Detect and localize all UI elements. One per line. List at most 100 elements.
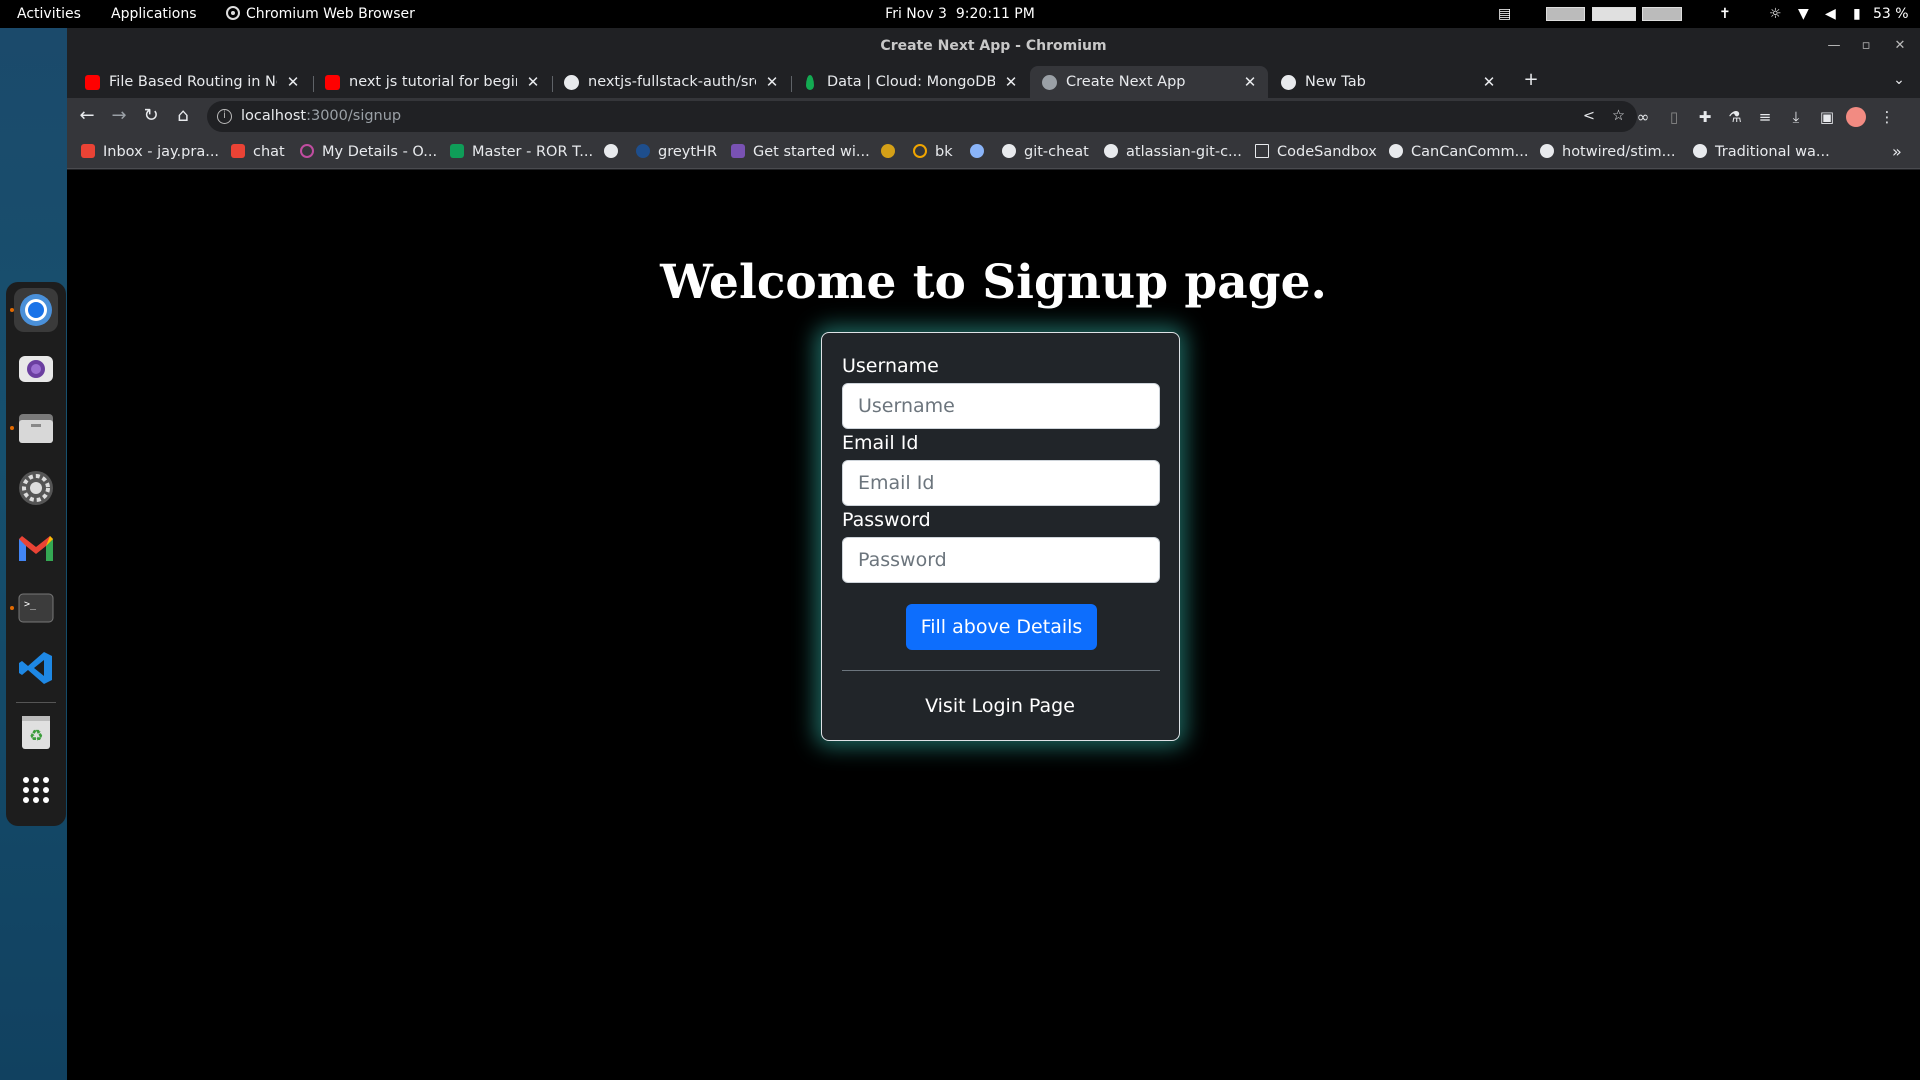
bookmark-greythr[interactable]: greytHR	[636, 135, 717, 169]
dock-vscode[interactable]	[14, 646, 58, 690]
site-info-icon[interactable]: i	[217, 109, 232, 124]
url-path: :3000/signup	[306, 108, 402, 124]
bookmark-chat[interactable]: chat	[231, 135, 285, 169]
username-input[interactable]	[842, 383, 1160, 429]
dock-terminal[interactable]: >_	[10, 586, 58, 630]
wifi-icon[interactable]: ▼	[1798, 0, 1809, 28]
browser-toolbar: ← → ↻ ⌂ i localhost:3000/signup < ☆ ∞ ▯ …	[67, 98, 1920, 135]
tab-title: New Tab	[1305, 74, 1366, 90]
share-icon[interactable]: <	[1583, 101, 1595, 132]
close-tab-icon[interactable]: ✕	[1481, 66, 1497, 98]
downloads-icon[interactable]: ⤓	[1786, 107, 1806, 127]
bookmark-git-cheat[interactable]: git-cheat	[1002, 135, 1089, 169]
tab-github-repo[interactable]: nextjs-fullstack-auth/src/app ✕	[552, 66, 790, 98]
accessibility-icon[interactable]: ✝	[1719, 0, 1731, 28]
tab-title: File Based Routing in Next.js	[109, 74, 277, 90]
dock-show-apps[interactable]	[14, 768, 58, 812]
bookmark-bootstrap[interactable]: Get started wi...	[731, 135, 870, 169]
tab-title: Create Next App	[1066, 74, 1186, 90]
window-titlebar[interactable]: Create Next App - Chromium — ▫ ✕	[67, 28, 1920, 64]
address-bar[interactable]: i localhost:3000/signup < ☆	[207, 101, 1637, 132]
profile-avatar[interactable]	[1846, 107, 1866, 127]
tab-mongodb[interactable]: Data | Cloud: MongoDB Cloud ✕	[791, 66, 1029, 98]
bookmark-label: Traditional wa...	[1715, 144, 1830, 160]
visit-login-link[interactable]: Visit Login Page	[822, 695, 1178, 717]
bookmark-label: atlassian-git-c...	[1126, 144, 1242, 160]
close-tab-icon[interactable]: ✕	[764, 66, 780, 98]
fill-details-button[interactable]: Fill above Details	[906, 604, 1097, 650]
bookmark-cancancomm[interactable]: CanCanComm...	[1389, 135, 1528, 169]
menu-kebab-icon[interactable]: ⋮	[1877, 107, 1897, 127]
workspace-3[interactable]	[1642, 7, 1682, 21]
close-tab-icon[interactable]: ✕	[525, 66, 541, 98]
home-button[interactable]: ⌂	[169, 102, 197, 130]
tab-title: next js tutorial for beginners	[349, 74, 517, 90]
tab-create-next-app[interactable]: Create Next App ✕	[1030, 66, 1268, 98]
close-window-button[interactable]: ✕	[1885, 28, 1915, 64]
reading-list-icon[interactable]: ≡	[1755, 107, 1775, 127]
bookmark-bk[interactable]: bk	[913, 135, 953, 169]
app-menu[interactable]: Chromium Web Browser	[226, 0, 415, 28]
clock-date: Fri Nov 3	[885, 6, 947, 22]
bookmark-label: My Details - O...	[322, 144, 438, 160]
extension-bottle-icon[interactable]: ▯	[1664, 107, 1684, 127]
maximize-button[interactable]: ▫	[1851, 28, 1881, 64]
bookmark-label: CodeSandbox	[1277, 144, 1377, 160]
bookmark-star-icon[interactable]: ☆	[1612, 101, 1625, 132]
dock-gmail[interactable]	[14, 526, 58, 570]
side-panel-icon[interactable]: ▣	[1817, 107, 1837, 127]
dock-chromium[interactable]	[10, 288, 58, 332]
tab-search-chevron-icon[interactable]: ⌄	[1885, 66, 1913, 94]
tab-nextjs-tutorial[interactable]: next js tutorial for beginners ✕	[313, 66, 551, 98]
dock-trash[interactable]: ♻	[14, 710, 58, 754]
close-tab-icon[interactable]: ✕	[285, 66, 301, 98]
forward-button[interactable]: →	[105, 102, 133, 130]
tab-file-based-routing[interactable]: File Based Routing in Next.js ✕	[73, 66, 311, 98]
bookmark-bee[interactable]	[881, 135, 903, 169]
bookmark-master-ror[interactable]: Master - ROR T...	[450, 135, 593, 169]
bookmark-traditional[interactable]: Traditional wa...	[1693, 135, 1830, 169]
email-label: Email Id	[842, 432, 919, 454]
sheets-icon	[450, 144, 464, 158]
tab-title: nextjs-fullstack-auth/src/app	[588, 74, 756, 90]
new-tab-button[interactable]: +	[1517, 66, 1545, 94]
tab-new-tab[interactable]: New Tab ✕	[1269, 66, 1507, 98]
password-input[interactable]	[842, 537, 1160, 583]
bookmark-codesandbox[interactable]: CodeSandbox	[1255, 135, 1377, 169]
bookmark-inbox[interactable]: Inbox - jay.pra...	[81, 135, 219, 169]
bookmark-atlassian[interactable]: atlassian-git-c...	[1104, 135, 1242, 169]
dock-files[interactable]	[10, 406, 58, 450]
dock-screenshot[interactable]	[14, 346, 58, 390]
clipboard-icon[interactable]: ▤	[1498, 0, 1511, 28]
bootstrap-icon	[731, 144, 745, 158]
extension-glasses-icon[interactable]: ∞	[1633, 107, 1653, 127]
close-tab-icon[interactable]: ✕	[1003, 66, 1019, 98]
github-icon	[1389, 144, 1403, 158]
battery-icon[interactable]: ▮	[1853, 0, 1861, 28]
page-title: Welcome to Signup page.	[660, 255, 1327, 310]
gmail-icon	[81, 144, 95, 158]
extension-flask-icon[interactable]: ⚗	[1725, 107, 1745, 127]
activities-button[interactable]: Activities	[17, 0, 81, 28]
workspace-1[interactable]	[1546, 7, 1585, 21]
extensions-puzzle-icon[interactable]: ✚	[1695, 107, 1715, 127]
back-button[interactable]: ←	[73, 102, 101, 130]
close-tab-icon[interactable]: ✕	[1242, 66, 1258, 98]
email-input[interactable]	[842, 460, 1160, 506]
bookmark-sparkle[interactable]	[970, 135, 992, 169]
bookmark-hotwired[interactable]: hotwired/stim...	[1540, 135, 1676, 169]
bookmarks-overflow-icon[interactable]: »	[1892, 135, 1902, 169]
github-icon	[564, 75, 579, 90]
bookmark-my-details[interactable]: My Details - O...	[300, 135, 437, 169]
brightness-icon[interactable]: ☼	[1769, 0, 1782, 28]
bookmark-github[interactable]	[604, 135, 626, 169]
codesandbox-icon	[1255, 144, 1269, 158]
greythr-icon	[636, 144, 650, 158]
dock-settings[interactable]	[14, 466, 58, 510]
workspace-2[interactable]	[1592, 7, 1636, 21]
applications-menu[interactable]: Applications	[111, 0, 197, 28]
volume-icon[interactable]: ◀	[1825, 0, 1836, 28]
reload-button[interactable]: ↻	[137, 102, 165, 130]
card-divider	[842, 670, 1160, 671]
minimize-button[interactable]: —	[1819, 28, 1849, 64]
